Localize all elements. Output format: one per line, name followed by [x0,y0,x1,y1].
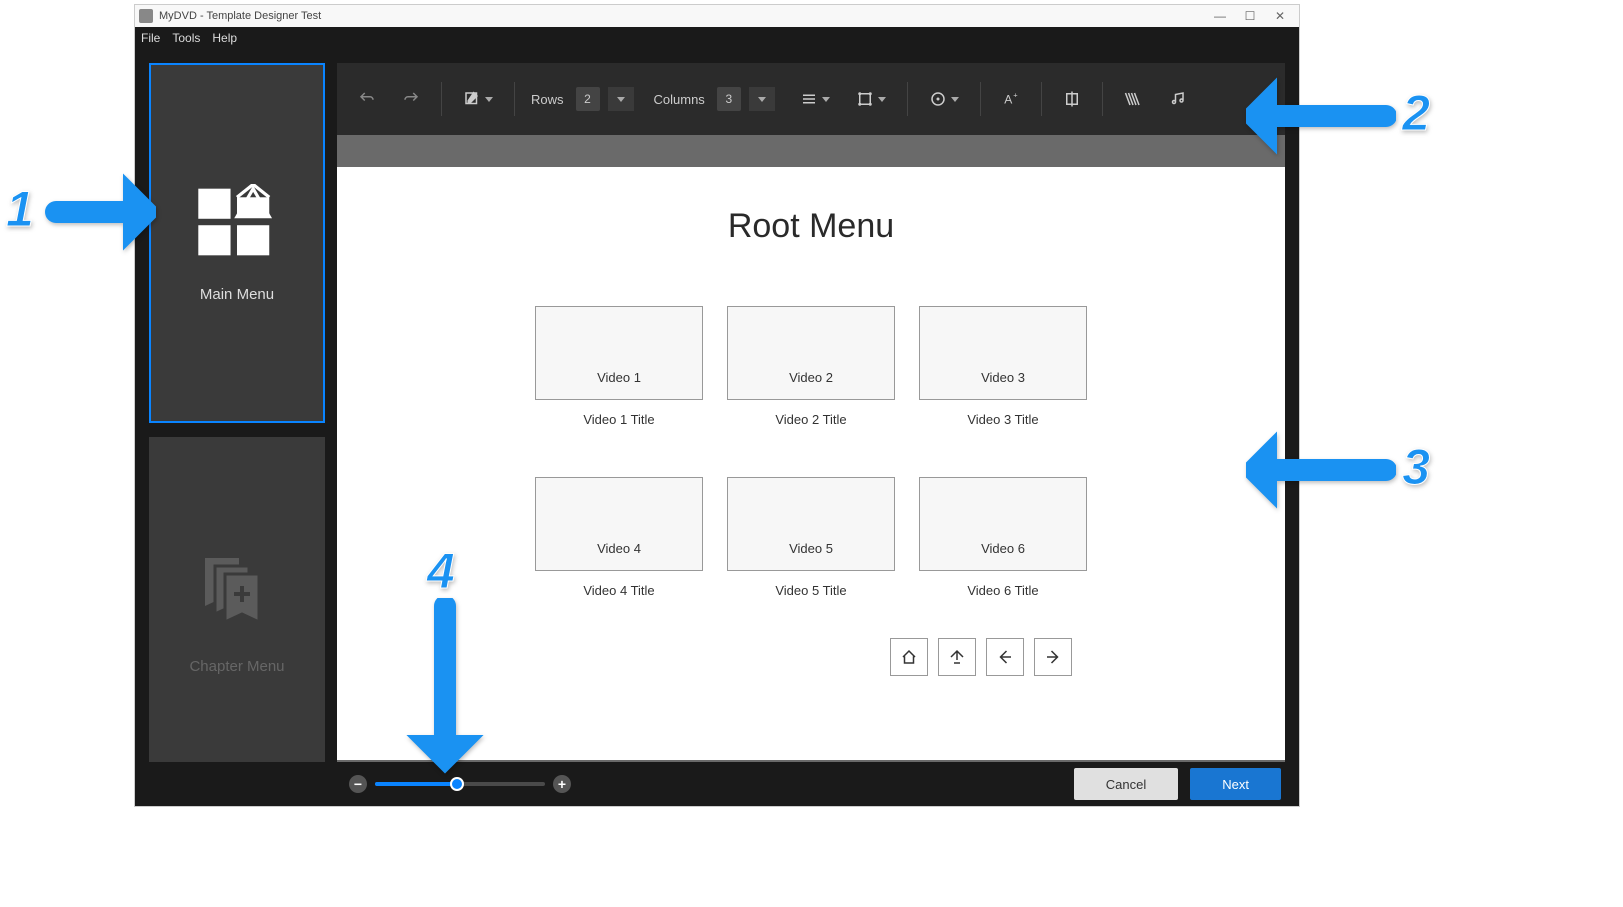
rows-dropdown[interactable] [608,87,634,111]
undo-button[interactable] [349,82,385,116]
disc-dropdown[interactable] [920,82,968,116]
nav-home-button[interactable] [890,638,928,676]
next-button[interactable]: Next [1190,768,1281,800]
video-thumb[interactable]: Video 2 [727,306,895,400]
zoom-slider[interactable] [375,782,545,786]
annotation-2: 2 [1246,76,1396,161]
columns-value[interactable]: 3 [717,87,741,111]
nav-next-button[interactable] [1034,638,1072,676]
menu-file[interactable]: File [141,31,160,45]
app-icon [139,9,153,23]
list-dropdown[interactable] [791,82,839,116]
video-cell[interactable]: Video 4 Video 4 Title [535,477,703,598]
annotation-4: 4 [395,542,423,600]
zoom-out-button[interactable]: − [349,775,367,793]
maximize-button[interactable]: ☐ [1235,9,1265,23]
video-thumb[interactable]: Video 1 [535,306,703,400]
sidebar-chapter-menu[interactable]: Chapter Menu [149,437,325,793]
top-band [337,135,1285,167]
columns-label: Columns [654,92,705,107]
svg-text:+: + [1013,91,1018,100]
sidebar-main-menu[interactable]: Main Menu [149,63,325,423]
video-title[interactable]: Video 2 Title [775,412,846,427]
chapter-menu-icon [192,554,282,634]
crop-button[interactable] [1054,82,1090,116]
app-window: MyDVD - Template Designer Test — ☐ ✕ Fil… [134,4,1300,807]
annotation-1: 1 [6,172,156,257]
menubar: File Tools Help [135,27,1299,49]
sidebar-chapter-menu-label: Chapter Menu [189,658,284,675]
menu-tools[interactable]: Tools [172,31,200,45]
nav-prev-button[interactable] [986,638,1024,676]
svg-text:A: A [1004,93,1012,107]
annotation-3: 3 [1246,430,1396,515]
toolbar: Rows 2 Columns 3 A+ [337,63,1285,135]
video-thumb[interactable]: Video 3 [919,306,1087,400]
video-title[interactable]: Video 3 Title [967,412,1038,427]
video-cell[interactable]: Video 3 Video 3 Title [919,306,1087,427]
footer: − + Cancel Next [135,762,1299,806]
music-button[interactable] [1159,82,1195,116]
video-cell[interactable]: Video 6 Video 6 Title [919,477,1087,598]
redo-button[interactable] [393,82,429,116]
titlebar: MyDVD - Template Designer Test — ☐ ✕ [135,5,1299,27]
canvas-title[interactable]: Root Menu [728,207,894,246]
video-title[interactable]: Video 4 Title [583,583,654,598]
video-title[interactable]: Video 1 Title [583,412,654,427]
menu-help[interactable]: Help [212,31,237,45]
video-thumb[interactable]: Video 6 [919,477,1087,571]
video-cell[interactable]: Video 2 Video 2 Title [727,306,895,427]
nav-up-button[interactable] [938,638,976,676]
bounding-dropdown[interactable] [847,82,895,116]
video-title[interactable]: Video 5 Title [775,583,846,598]
close-button[interactable]: ✕ [1265,9,1295,23]
sidebar: Main Menu Chapter Menu [149,63,325,792]
add-text-button[interactable]: A+ [993,82,1029,116]
rows-label: Rows [531,92,564,107]
zoom-in-button[interactable]: + [553,775,571,793]
window-title: MyDVD - Template Designer Test [159,10,1205,22]
columns-dropdown[interactable] [749,87,775,111]
main-menu-icon [192,182,282,262]
edit-dropdown[interactable] [454,82,502,116]
pattern-button[interactable] [1115,82,1151,116]
sidebar-main-menu-label: Main Menu [200,286,274,303]
video-title[interactable]: Video 6 Title [967,583,1038,598]
video-cell[interactable]: Video 1 Video 1 Title [535,306,703,427]
cancel-button[interactable]: Cancel [1074,768,1178,800]
video-thumb[interactable]: Video 5 [727,477,895,571]
nav-buttons [890,638,1072,676]
minimize-button[interactable]: — [1205,9,1235,23]
rows-value[interactable]: 2 [576,87,600,111]
video-thumb[interactable]: Video 4 [535,477,703,571]
video-cell[interactable]: Video 5 Video 5 Title [727,477,895,598]
video-grid: Video 1 Video 1 Title Video 2 Video 2 Titl… [535,306,1087,598]
